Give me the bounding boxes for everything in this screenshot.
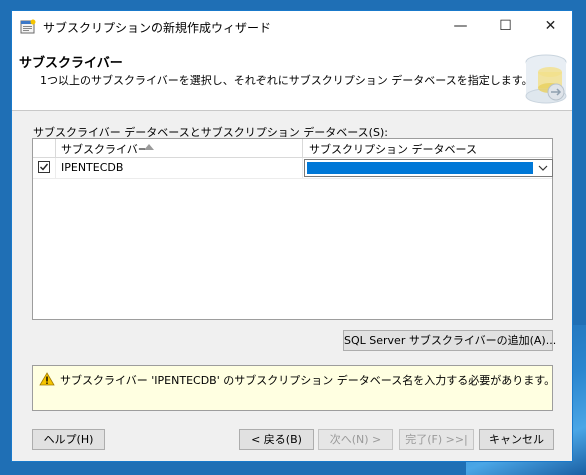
column-header-subscription-database[interactable]: サブスクリプション データベース [309,141,477,157]
combobox-selected-value [307,162,533,174]
sort-ascending-icon [144,144,154,150]
row-divider [55,158,56,178]
subscriber-checkbox[interactable] [38,161,50,173]
subscriber-grid: サブスクライバー サブスクリプション データベース IPENTECDB [32,138,553,320]
chevron-down-icon[interactable] [536,161,550,175]
column-divider [302,139,303,157]
warning-icon [39,372,55,386]
help-button[interactable]: ヘルプ(H) [32,429,105,450]
message-text: サブスクライバー 'IPENTECDB' のサブスクリプション データベース名を… [60,374,556,387]
app-icon [20,19,36,35]
finish-button[interactable]: 完了(F) >>| [399,429,474,450]
wizard-header: サブスクライバー 1つ以上のサブスクライバーを選択し、それぞれにサブスクリプショ… [12,42,572,111]
add-sql-server-subscriber-button[interactable]: SQL Server サブスクライバーの追加(A)... [343,330,556,351]
column-header-subscriber[interactable]: サブスクライバー [61,141,149,157]
database-sync-icon [516,48,570,108]
page-title: サブスクライバー [19,56,123,71]
table-row: IPENTECDB [33,158,553,179]
next-button[interactable]: 次へ(N) > [318,429,393,450]
close-icon[interactable]: ✕ [528,11,573,42]
cancel-button[interactable]: キャンセル [479,429,554,450]
message-box: サブスクライバー 'IPENTECDB' のサブスクリプション データベース名を… [32,365,556,411]
maximize-icon[interactable]: ☐ [483,11,528,42]
title-bar[interactable]: サブスクリプションの新規作成ウィザード — ☐ ✕ [12,11,572,42]
wizard-window: サブスクリプションの新規作成ウィザード — ☐ ✕ サブスクライバー 1つ以上の… [11,10,573,462]
window-title: サブスクリプションの新規作成ウィザード [43,21,272,35]
subscription-database-combobox[interactable] [304,159,553,177]
back-button[interactable]: < 戻る(B) [239,429,314,450]
column-divider [55,139,56,157]
grid-header: サブスクライバー サブスクリプション データベース [33,139,552,158]
page-description: 1つ以上のサブスクライバーを選択し、それぞれにサブスクリプション データベースを… [40,74,533,87]
subscriber-name: IPENTECDB [61,161,124,174]
minimize-icon[interactable]: — [438,11,483,42]
row-divider [302,158,303,178]
